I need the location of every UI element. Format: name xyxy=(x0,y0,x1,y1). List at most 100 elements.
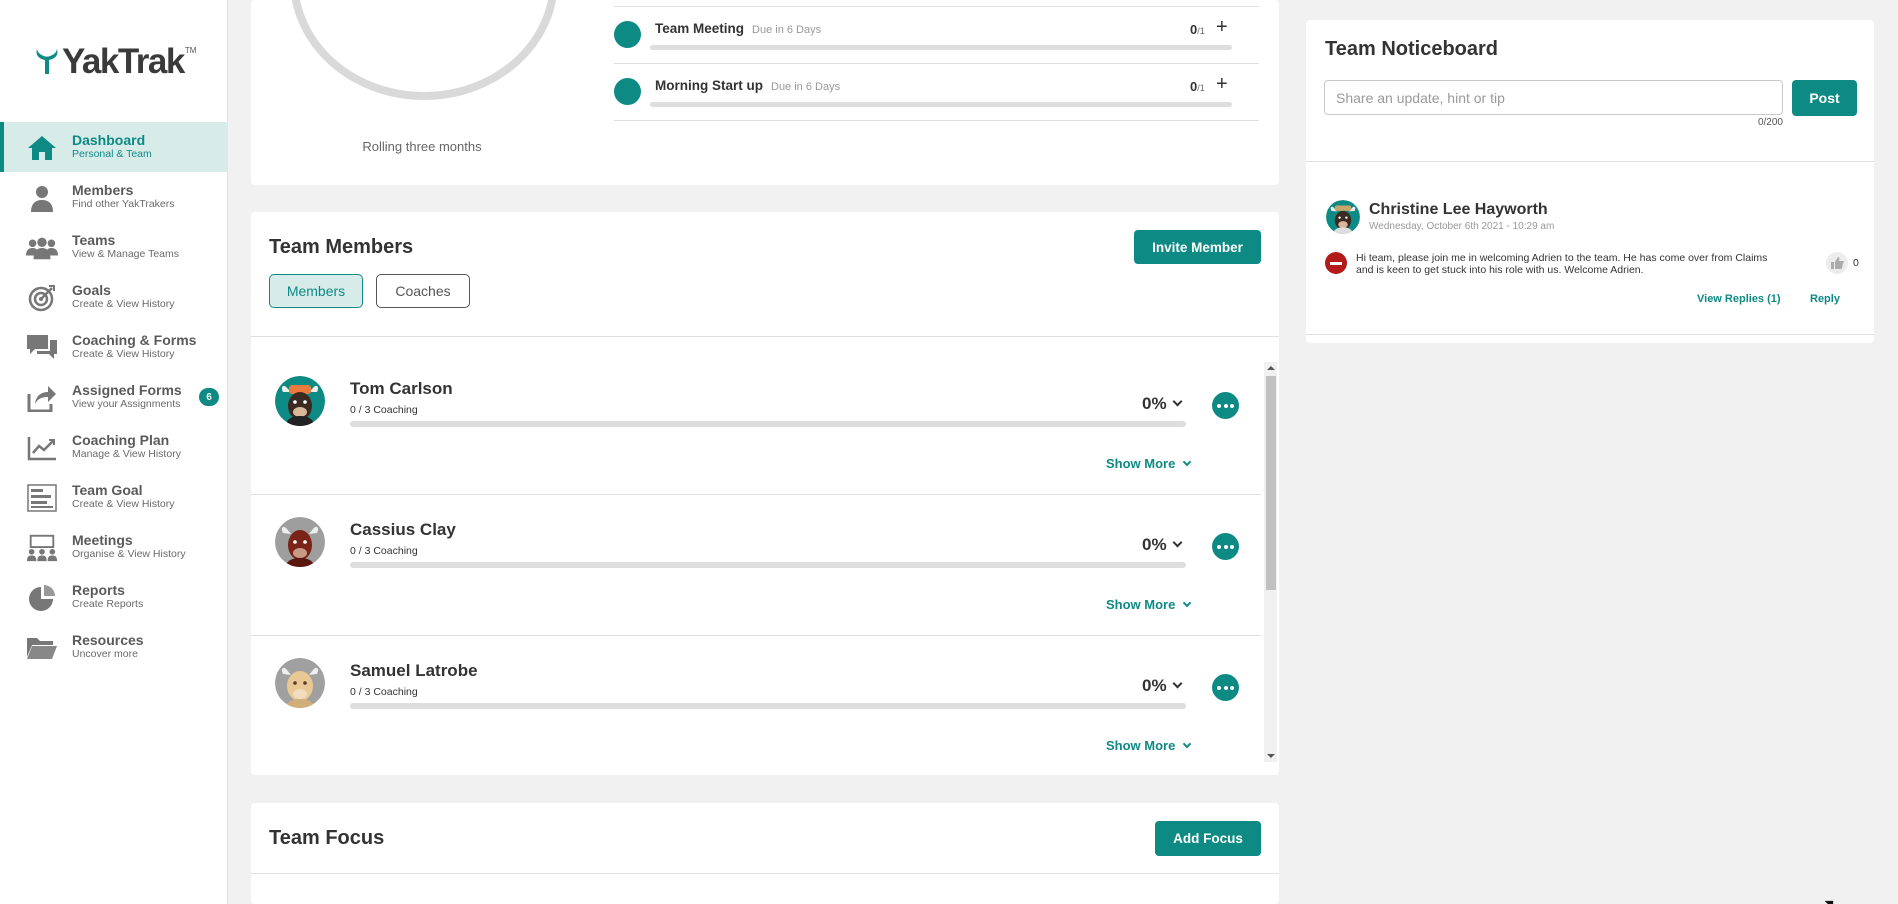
more-options-button[interactable] xyxy=(1212,674,1239,701)
more-options-button[interactable] xyxy=(1212,533,1239,560)
post-body: Hi team, please join me in welcoming Adr… xyxy=(1356,252,1768,276)
show-more-link[interactable]: Show More xyxy=(1106,738,1192,753)
show-more-link[interactable]: Show More xyxy=(1106,597,1192,612)
thumbs-up-icon[interactable] xyxy=(1826,252,1848,274)
group-icon xyxy=(26,234,58,262)
add-focus-button[interactable]: Add Focus xyxy=(1155,821,1261,856)
sidebar-item-goals[interactable]: Goals Create & View History xyxy=(0,272,228,322)
member-avatar[interactable] xyxy=(275,376,325,426)
post-date: Wednesday, October 6th 2021 - 10:29 am xyxy=(1369,221,1555,232)
divider xyxy=(251,336,1279,337)
sidebar-item-members[interactable]: Members Find other YakTrakers xyxy=(0,172,228,222)
members-scrollbar[interactable] xyxy=(1264,362,1277,762)
progress-ring xyxy=(290,0,558,100)
sidebar-item-label: Team Goal xyxy=(72,482,143,498)
share-icon xyxy=(26,384,58,412)
add-meeting-progress-button[interactable]: + xyxy=(1216,73,1228,96)
sidebar-item-team-goal[interactable]: Team Goal Create & View History xyxy=(0,472,228,522)
team-members-title: Team Members xyxy=(269,236,414,258)
scroll-down-arrow[interactable] xyxy=(1267,754,1275,758)
sidebar-item-teams[interactable]: Teams View & Manage Teams xyxy=(0,222,228,272)
divider xyxy=(251,873,1279,874)
mouse-cursor-icon xyxy=(1824,896,1838,904)
team-focus-title: Team Focus xyxy=(269,827,385,849)
post-button[interactable]: Post xyxy=(1792,80,1857,116)
member-name[interactable]: Cassius Clay xyxy=(350,520,456,540)
member-row: Tom Carlson 0 / 3 Coaching 0% Show More xyxy=(251,354,1261,495)
sidebar-item-sublabel: Find other YakTrakers xyxy=(72,198,175,210)
chevron-down-icon xyxy=(1172,678,1183,689)
sidebar-item-label: Goals xyxy=(72,282,111,298)
target-icon xyxy=(26,284,58,312)
view-replies-link[interactable]: View Replies (1) xyxy=(1697,293,1781,305)
post-author-avatar[interactable] xyxy=(1326,200,1360,234)
meeting-row: Morning Start up Due in 6 Days 0/1 + xyxy=(614,63,1259,121)
add-meeting-progress-button[interactable]: + xyxy=(1216,16,1228,39)
post-author-name: Christine Lee Hayworth xyxy=(1369,201,1548,218)
chevron-down-icon xyxy=(1183,457,1192,467)
sidebar-item-meetings[interactable]: Meetings Organise & View History xyxy=(0,522,228,572)
member-name[interactable]: Tom Carlson xyxy=(350,379,453,399)
trademark-mark: TM xyxy=(184,46,197,55)
chevron-down-icon xyxy=(1172,396,1183,407)
member-name[interactable]: Samuel Latrobe xyxy=(350,661,478,681)
sidebar-item-label: Reports xyxy=(72,582,125,598)
meeting-title: Team Meeting xyxy=(655,21,745,36)
sidebar-item-reports[interactable]: Reports Create Reports xyxy=(0,572,228,622)
sidebar-item-label: Meetings xyxy=(72,532,133,548)
member-percent-dropdown[interactable]: 0% xyxy=(1142,394,1183,414)
home-icon xyxy=(26,134,58,162)
sidebar-item-sublabel: Organise & View History xyxy=(72,548,186,560)
logo-text: YakTrak xyxy=(62,42,185,81)
team-members-card: Team Members Invite Member Members Coach… xyxy=(251,212,1279,775)
sidebar-item-label: Resources xyxy=(72,632,144,648)
chevron-down-icon xyxy=(1183,739,1192,749)
sidebar-item-sublabel: Uncover more xyxy=(72,648,138,660)
meeting-count: 0/1 xyxy=(1190,22,1205,37)
folder-icon xyxy=(26,634,58,662)
team-focus-card: Team Focus Add Focus xyxy=(251,803,1279,904)
member-coaching-count: 0 / 3 Coaching xyxy=(350,545,418,557)
sidebar-item-sublabel: View & Manage Teams xyxy=(72,248,180,260)
scroll-thumb[interactable] xyxy=(1266,376,1276,590)
sidebar-item-dashboard[interactable]: Dashboard Personal & Team xyxy=(0,122,228,172)
member-percent-dropdown[interactable]: 0% xyxy=(1142,676,1183,696)
show-more-link[interactable]: Show More xyxy=(1106,456,1192,471)
remove-post-icon[interactable] xyxy=(1325,252,1347,274)
sidebar-item-label: Members xyxy=(72,182,134,198)
yak-avatar-icon xyxy=(275,517,325,567)
sidebar-item-resources[interactable]: Resources Uncover more xyxy=(0,622,228,672)
sidebar-item-sublabel: Create Reports xyxy=(72,598,144,610)
yaktrak-logo[interactable]: YakTrak TM xyxy=(34,42,196,82)
meeting-status-dot xyxy=(614,21,641,48)
sidebar-item-label: Coaching Plan xyxy=(72,432,170,448)
sidebar-item-label: Dashboard xyxy=(72,132,146,148)
yak-avatar-icon xyxy=(275,376,325,426)
more-options-button[interactable] xyxy=(1212,392,1239,419)
noticeboard-input[interactable] xyxy=(1324,80,1783,115)
member-percent-dropdown[interactable]: 0% xyxy=(1142,535,1183,555)
sidebar: YakTrak TM Dashboard Personal & Team Mem… xyxy=(0,0,228,904)
pie-chart-icon xyxy=(26,584,58,612)
member-progress-bar xyxy=(350,703,1186,709)
noticeboard-title: Team Noticeboard xyxy=(1325,38,1498,60)
sidebar-item-coaching-plan[interactable]: Coaching Plan Manage & View History xyxy=(0,422,228,472)
sidebar-item-sublabel: Create & View History xyxy=(72,498,175,510)
sidebar-item-sublabel: Create & View History xyxy=(72,348,175,360)
yak-avatar-icon xyxy=(275,658,325,708)
member-progress-bar xyxy=(350,562,1186,568)
sidebar-item-label: Coaching & Forms xyxy=(72,332,197,348)
member-avatar[interactable] xyxy=(275,658,325,708)
invite-member-button[interactable]: Invite Member xyxy=(1134,230,1261,264)
meeting-progress-bar xyxy=(650,102,1232,107)
member-avatar[interactable] xyxy=(275,517,325,567)
tab-members[interactable]: Members xyxy=(269,274,363,308)
meeting-progress-bar xyxy=(650,45,1232,50)
sidebar-item-sublabel: Personal & Team xyxy=(72,148,152,160)
sidebar-item-coaching-forms[interactable]: Coaching & Forms Create & View History xyxy=(0,322,228,372)
sidebar-item-assigned-forms[interactable]: Assigned Forms View your Assignments 6 xyxy=(0,372,228,422)
reply-link[interactable]: Reply xyxy=(1810,293,1840,305)
meeting-count: 0/1 xyxy=(1190,79,1205,94)
tab-coaches[interactable]: Coaches xyxy=(376,274,470,308)
scroll-up-arrow[interactable] xyxy=(1267,366,1275,370)
